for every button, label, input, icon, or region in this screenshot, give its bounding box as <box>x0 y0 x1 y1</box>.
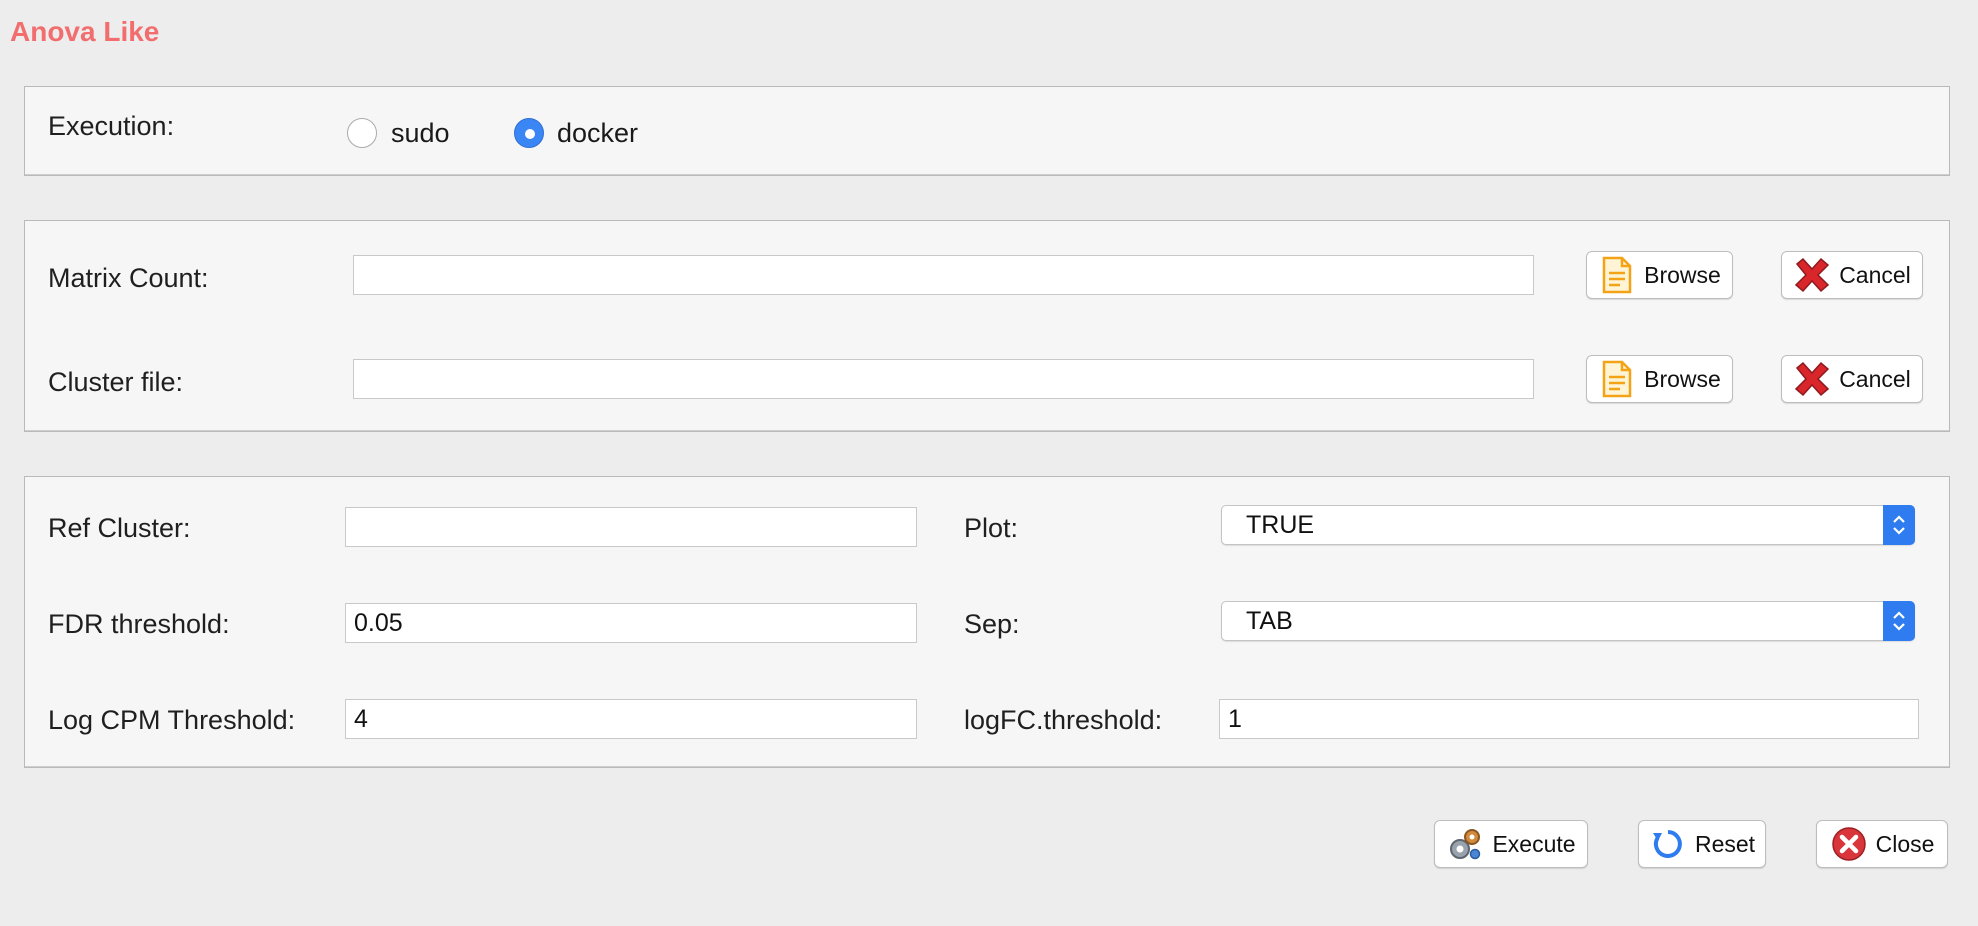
log-cpm-threshold-input[interactable]: 4 <box>345 699 917 739</box>
execute-button[interactable]: Execute <box>1434 820 1588 868</box>
fdr-threshold-label: FDR threshold: <box>48 609 230 639</box>
logfc-threshold-input[interactable]: 1 <box>1219 699 1919 739</box>
red-x-icon <box>1793 256 1831 294</box>
matrix-count-label: Matrix Count: <box>48 263 209 293</box>
chevron-updown-icon <box>1883 505 1915 545</box>
reset-label: Reset <box>1694 830 1756 857</box>
matrix-count-browse-button[interactable]: Browse <box>1586 251 1733 299</box>
sep-select-value: TAB <box>1246 607 1293 635</box>
close-button[interactable]: Close <box>1816 820 1948 868</box>
window-title: Anova Like <box>10 16 160 47</box>
matrix-count-input[interactable] <box>353 255 1534 295</box>
cluster-file-cancel-button[interactable]: Cancel <box>1781 355 1923 403</box>
reset-button[interactable]: Reset <box>1638 820 1766 868</box>
params-panel: Ref Cluster: FDR threshold: 0.05 Log CPM… <box>24 476 1950 768</box>
logfc-threshold-label: logFC.threshold: <box>964 705 1163 735</box>
matrix-count-cancel-button[interactable]: Cancel <box>1781 251 1923 299</box>
ref-cluster-label: Ref Cluster: <box>48 513 191 543</box>
radio-docker[interactable] <box>514 118 544 148</box>
close-circle-icon <box>1830 825 1868 863</box>
sep-label: Sep: <box>964 609 1020 639</box>
close-label: Close <box>1875 830 1935 857</box>
refresh-icon <box>1649 825 1687 863</box>
execute-label: Execute <box>1492 830 1576 857</box>
sep-select[interactable]: TAB <box>1221 601 1915 641</box>
plot-label: Plot: <box>964 513 1019 543</box>
files-panel: Matrix Count: Browse Cancel Cluster file… <box>24 220 1950 432</box>
document-icon <box>1598 256 1636 294</box>
cluster-file-browse-button[interactable]: Browse <box>1586 355 1733 403</box>
cluster-file-input[interactable] <box>353 359 1534 399</box>
radio-sudo[interactable] <box>347 118 377 148</box>
execution-panel: Execution: sudo docker <box>24 86 1950 176</box>
red-x-icon <box>1793 360 1831 398</box>
gears-icon <box>1446 825 1484 863</box>
cancel-label: Cancel <box>1839 261 1911 288</box>
radio-sudo-label[interactable]: sudo <box>391 118 450 149</box>
browse-label: Browse <box>1644 261 1721 288</box>
fdr-threshold-input[interactable]: 0.05 <box>345 603 917 643</box>
browse-label: Browse <box>1644 365 1721 392</box>
execution-label: Execution: <box>48 111 175 141</box>
plot-select-value: TRUE <box>1246 511 1315 539</box>
cancel-label: Cancel <box>1839 365 1911 392</box>
chevron-updown-icon <box>1883 601 1915 641</box>
cluster-file-label: Cluster file: <box>48 367 184 397</box>
log-cpm-threshold-label: Log CPM Threshold: <box>48 705 296 735</box>
document-icon <box>1598 360 1636 398</box>
plot-select[interactable]: TRUE <box>1221 505 1915 545</box>
ref-cluster-input[interactable] <box>345 507 917 547</box>
radio-docker-label[interactable]: docker <box>557 118 638 149</box>
